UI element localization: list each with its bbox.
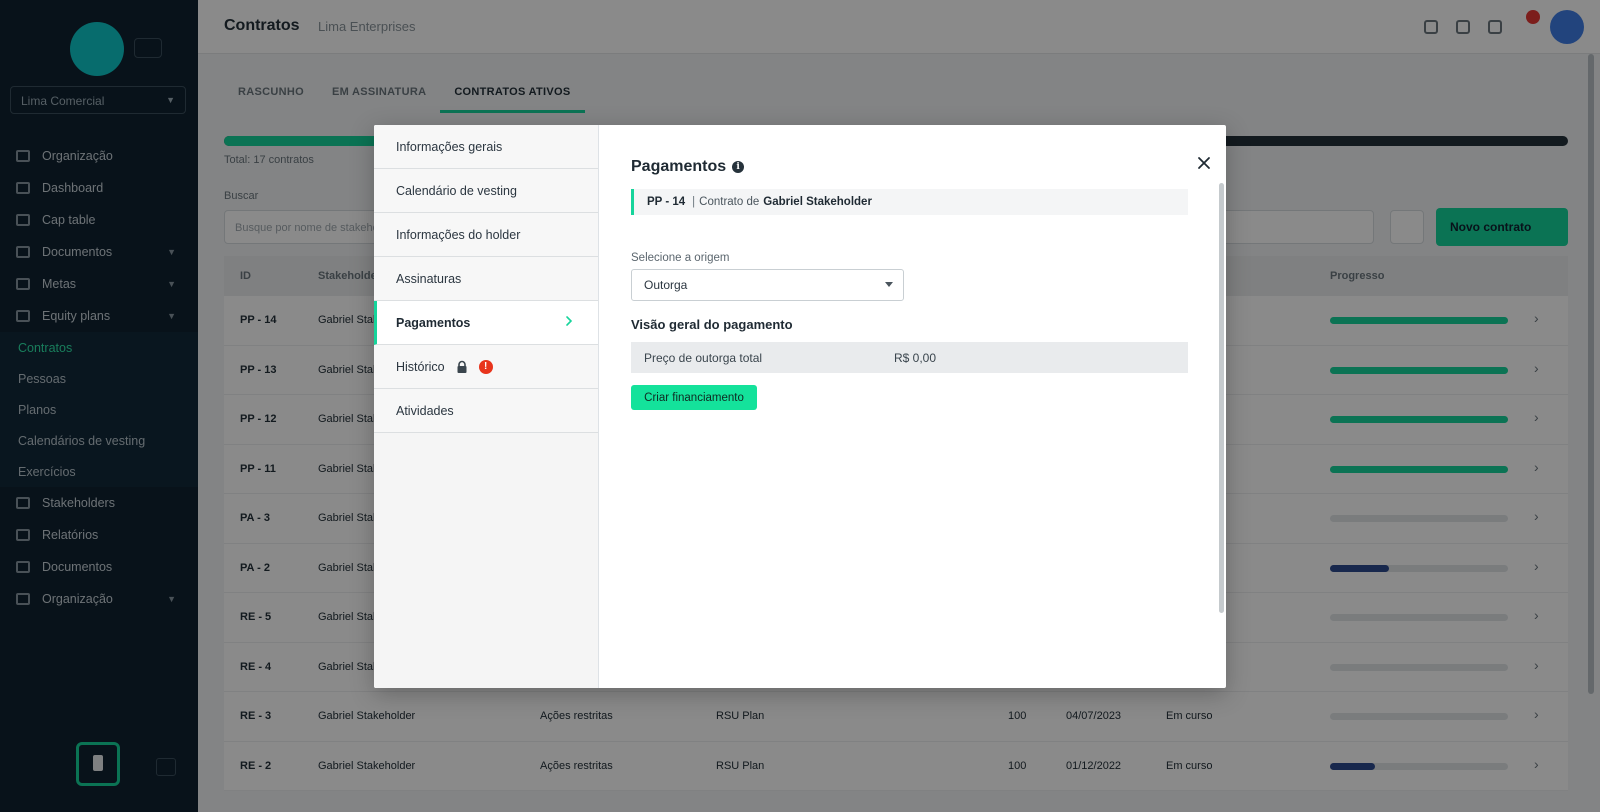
warning-icon: ! — [478, 359, 493, 374]
modal-menu-item-label: Informações gerais — [396, 139, 503, 154]
modal-menu-item[interactable]: Calendário de vesting — [374, 169, 598, 213]
overview-title: Visão geral do pagamento — [631, 317, 793, 332]
modal-scrollbar[interactable] — [1219, 183, 1224, 613]
contract-banner: PP - 14 | Contrato de Gabriel Stakeholde… — [631, 189, 1188, 215]
contract-separator: | — [692, 196, 696, 208]
modal-menu-item-label: Histórico — [396, 359, 445, 374]
overview-value: R$ 0,00 — [894, 351, 937, 365]
overview-label: Preço de outorga total — [644, 351, 763, 365]
caret-down-icon — [885, 282, 893, 287]
lock-icon — [455, 360, 469, 374]
modal-menu-item-label: Informações do holder — [396, 227, 521, 242]
info-icon[interactable]: i — [732, 161, 745, 173]
origin-select-value: Outorga — [644, 278, 688, 292]
origin-label: Selecione a origem — [631, 252, 730, 264]
origin-select[interactable]: Outorga — [631, 269, 904, 301]
panel-title: Pagamentos i — [631, 158, 745, 176]
create-financing-button[interactable]: Criar financiamento — [631, 385, 757, 410]
modal-menu-item-label: Calendário de vesting — [396, 183, 517, 198]
panel-title-text: Pagamentos — [631, 158, 727, 175]
modal-menu-item[interactable]: Atividades — [374, 389, 598, 433]
modal-menu-item[interactable]: Pagamentos — [374, 301, 598, 345]
modal-menu-item-label: Assinaturas — [396, 271, 462, 286]
chevron-right-icon — [562, 314, 576, 328]
payments-panel: Pagamentos i PP - 14 | Contrato de Gabri… — [600, 125, 1226, 688]
contract-code: PP - 14 — [647, 196, 686, 208]
modal-menu-item[interactable]: Informações do holder — [374, 213, 598, 257]
modal-menu-item[interactable]: Assinaturas — [374, 257, 598, 301]
modal-menu-item[interactable]: Histórico! — [374, 345, 598, 389]
modal-menu-item-label: Pagamentos — [396, 315, 471, 330]
contract-details-modal: Informações gerais Calendário de vesting I… — [374, 125, 1226, 688]
overview-row: Preço de outorga total R$ 0,00 — [631, 342, 1188, 373]
contract-prefix: Contrato de — [699, 196, 760, 208]
contract-holder: Gabriel Stakeholder — [763, 196, 872, 208]
modal-menu-item-label: Atividades — [396, 403, 454, 418]
modal-menu: Informações gerais Calendário de vesting I… — [374, 125, 599, 688]
modal-menu-item[interactable]: Informações gerais — [374, 125, 598, 169]
close-icon[interactable] — [1194, 153, 1214, 173]
